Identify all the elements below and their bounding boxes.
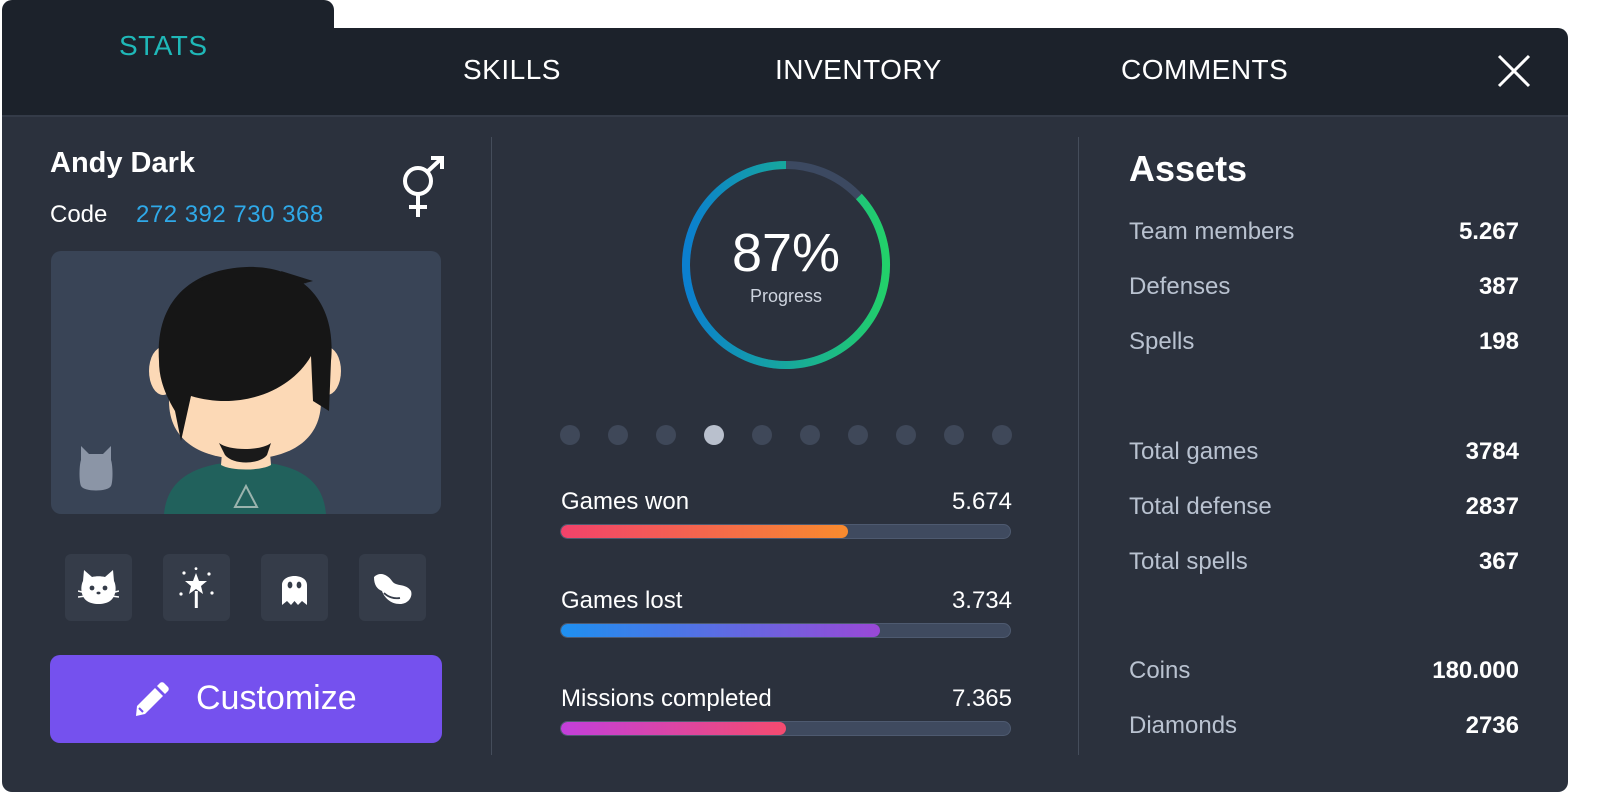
asset-row: Spells 198	[1129, 328, 1519, 358]
asset-label: Team members	[1129, 218, 1295, 245]
asset-row: Total defense 2837	[1129, 493, 1519, 523]
code-label: Code	[50, 201, 108, 228]
stat-bar-track	[560, 623, 1011, 638]
column-divider	[491, 137, 492, 755]
magic-ability-button[interactable]	[163, 554, 230, 621]
asset-label: Spells	[1129, 328, 1195, 355]
customize-button[interactable]: Customize	[50, 655, 442, 743]
stat-label: Games won	[561, 488, 690, 515]
asset-label: Total defense	[1129, 493, 1272, 520]
stat-value: 7.365	[951, 685, 1012, 712]
asset-value: 387	[1478, 273, 1519, 300]
stat-bar-track	[560, 524, 1011, 539]
asset-row: Coins 180.000	[1129, 657, 1519, 687]
stat-value: 5.674	[951, 488, 1012, 515]
asset-row: Team members 5.267	[1129, 218, 1519, 248]
pagination-dot[interactable]	[704, 425, 724, 445]
asset-row: Total games 3784	[1129, 438, 1519, 468]
pagination-dot[interactable]	[848, 425, 868, 445]
stat-bar-fill	[561, 624, 880, 637]
asset-label: Total spells	[1129, 548, 1248, 575]
tab-skills[interactable]: SKILLS	[463, 54, 561, 86]
stat-bar-fill	[561, 722, 786, 735]
customize-label: Customize	[196, 679, 357, 717]
asset-value: 2736	[1465, 712, 1519, 739]
progress-value: 87%	[731, 223, 841, 283]
cat-icon	[79, 446, 113, 491]
stat-value: 3.734	[951, 587, 1012, 614]
magic-wand-icon	[179, 567, 214, 608]
player-code: 272 392 730 368	[136, 201, 324, 228]
stat-bar-fill	[561, 525, 849, 538]
progress-label: Progress	[749, 286, 823, 306]
close-icon[interactable]	[1496, 53, 1532, 89]
asset-row: Total spells 367	[1129, 548, 1519, 578]
wing-icon	[374, 574, 412, 604]
asset-label: Total games	[1129, 438, 1259, 465]
stat-label: Games lost	[561, 587, 683, 614]
pagination-dots	[558, 425, 1018, 449]
cat-ability-button[interactable]	[65, 554, 132, 621]
pagination-dot[interactable]	[992, 425, 1012, 445]
asset-row: Diamonds 2736	[1129, 712, 1519, 742]
asset-label: Diamonds	[1129, 712, 1238, 739]
asset-value: 180.000	[1432, 657, 1519, 684]
asset-value: 2837	[1465, 493, 1519, 520]
assets-title: Assets	[1129, 148, 1248, 189]
asset-label: Defenses	[1129, 273, 1231, 300]
pagination-dot[interactable]	[560, 425, 580, 445]
asset-value: 5.267	[1458, 218, 1519, 245]
stat-label: Missions completed	[561, 685, 772, 712]
profile-panel: STATS SKILLS INVENTORY COMMENTS Andy Dar…	[2, 0, 1568, 792]
column-divider	[1078, 137, 1079, 755]
ghost-icon	[282, 576, 307, 605]
stat-bar-track	[560, 721, 1011, 736]
pencil-icon	[136, 682, 169, 716]
asset-value: 3784	[1465, 438, 1519, 465]
pagination-dot[interactable]	[800, 425, 820, 445]
tab-comments[interactable]: COMMENTS	[1121, 54, 1288, 86]
wing-ability-button[interactable]	[359, 554, 426, 621]
asset-value: 198	[1478, 328, 1519, 355]
pagination-dot[interactable]	[608, 425, 628, 445]
pagination-dot[interactable]	[944, 425, 964, 445]
male-female-icon	[403, 156, 444, 217]
player-name: Andy Dark	[50, 147, 196, 179]
cat-icon	[78, 570, 119, 604]
asset-label: Coins	[1129, 657, 1191, 684]
asset-row: Defenses 387	[1129, 273, 1519, 303]
ghost-ability-button[interactable]	[261, 554, 328, 621]
tab-inventory[interactable]: INVENTORY	[775, 54, 942, 86]
asset-value: 367	[1478, 548, 1519, 575]
pagination-dot[interactable]	[752, 425, 772, 445]
tab-stats[interactable]: STATS	[119, 30, 208, 62]
pagination-dot[interactable]	[656, 425, 676, 445]
pagination-dot[interactable]	[896, 425, 916, 445]
